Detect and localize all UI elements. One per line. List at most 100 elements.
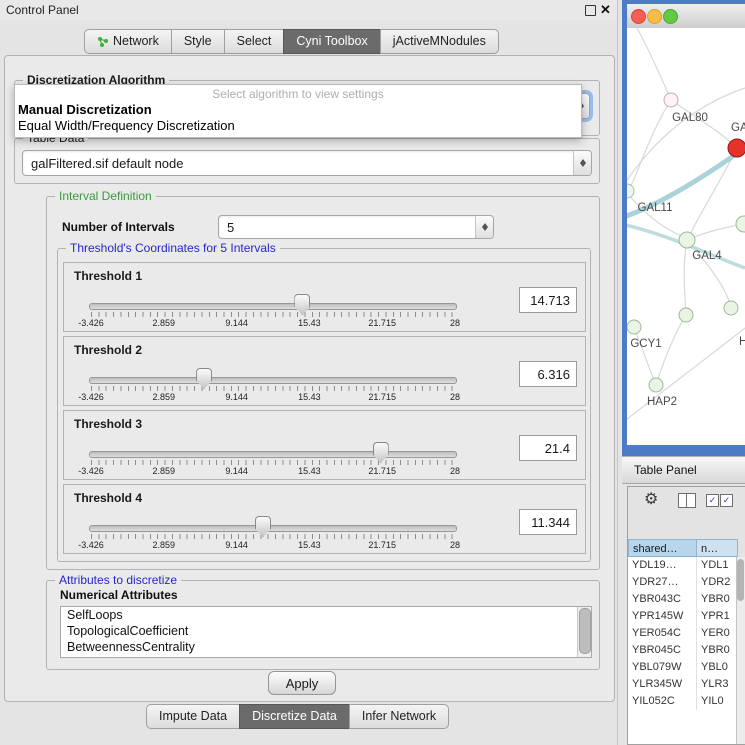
table-cell-shared-name[interactable]: YBR043C — [628, 591, 697, 608]
threshold-label: Threshold 1 — [74, 269, 142, 283]
table-cell-name[interactable]: YLR3 — [697, 676, 738, 693]
minimize-traffic-light-icon[interactable] — [647, 9, 662, 24]
slider-track[interactable] — [89, 525, 457, 532]
table-cell-shared-name[interactable]: YER054C — [628, 625, 697, 642]
dropdown-option-equal-width[interactable]: Equal Width/Frequency Discretization — [15, 118, 581, 134]
close-traffic-light-icon[interactable] — [631, 9, 646, 24]
network-node[interactable] — [736, 216, 745, 232]
threshold-coordinates-title: Threshold's Coordinates for 5 Intervals — [66, 241, 280, 255]
table-data-combo-value: galFiltered.sif default node — [23, 156, 573, 171]
threshold-2-slider[interactable]: -3.4262.8599.14415.4321.71528 — [89, 368, 457, 404]
table-cell-name[interactable]: YPR1 — [697, 608, 738, 625]
column-layout-icon[interactable] — [678, 493, 696, 508]
tab-cyni-toolbox[interactable]: Cyni Toolbox — [283, 29, 380, 54]
table-row[interactable]: YDR27…YDR2 — [628, 574, 738, 591]
table-cell-shared-name[interactable]: YDR27… — [628, 574, 697, 591]
close-icon[interactable]: ✕ — [600, 2, 611, 18]
table-cell-shared-name[interactable]: YBL079W — [628, 659, 697, 676]
column-header-shared-name[interactable]: shared… — [628, 539, 697, 557]
stepper-icon — [475, 216, 493, 238]
threshold-value-field[interactable]: 11.344 — [519, 509, 577, 535]
table-panel-header: Table Panel — [622, 456, 745, 484]
network-node[interactable] — [649, 378, 663, 392]
list-item[interactable]: SelfLoops — [61, 607, 591, 623]
slider-track[interactable] — [89, 377, 457, 384]
table-panel-title: Table Panel — [634, 463, 697, 477]
list-item[interactable]: TopologicalCoefficient — [61, 623, 591, 639]
control-panel-title: Control Panel — [6, 3, 79, 17]
table-cell-shared-name[interactable]: YDL19… — [628, 557, 697, 574]
threshold-value-field[interactable]: 21.4 — [519, 435, 577, 461]
network-node-selected[interactable] — [728, 139, 745, 157]
table-row[interactable]: YPR145WYPR1 — [628, 608, 738, 625]
table-cell-name[interactable]: YBR0 — [697, 591, 738, 608]
slider-tick-label: 9.144 — [225, 466, 248, 476]
attributes-group-title: Attributes to discretize — [55, 573, 181, 587]
float-window-icon[interactable] — [585, 5, 596, 16]
network-canvas[interactable]: GAL80 GAL11 GAL4 GCY1 HAP2 GA H — [627, 28, 745, 445]
table-row[interactable]: YBR045CYBR0 — [628, 642, 738, 659]
slider-track[interactable] — [89, 303, 457, 310]
network-window-titlebar — [627, 4, 745, 29]
table-cell-name[interactable]: YDL1 — [697, 557, 738, 574]
apply-button[interactable]: Apply — [268, 671, 336, 695]
tab-select[interactable]: Select — [224, 29, 285, 54]
network-node[interactable] — [679, 232, 695, 248]
table-data-combo[interactable]: galFiltered.sif default node — [22, 150, 592, 176]
list-item[interactable]: BetweennessCentrality — [61, 639, 591, 655]
threshold-label: Threshold 4 — [74, 491, 142, 505]
table-cell-name[interactable]: YBR0 — [697, 642, 738, 659]
table-cell-shared-name[interactable]: YIL052C — [628, 693, 697, 710]
slider-tick-label: 21.715 — [368, 540, 396, 550]
numerical-attributes-list[interactable]: SelfLoopsTopologicalCoefficientBetweenne… — [60, 606, 592, 658]
table-cell-shared-name[interactable]: YLR345W — [628, 676, 697, 693]
table-row[interactable]: YBL079WYBL0 — [628, 659, 738, 676]
table-row[interactable]: YDL19…YDL1 — [628, 557, 738, 574]
tab-infer-network[interactable]: Infer Network — [349, 704, 449, 729]
threshold-1-slider[interactable]: -3.4262.8599.14415.4321.71528 — [89, 294, 457, 330]
list-scrollbar[interactable] — [577, 607, 591, 657]
table-row[interactable]: YER054CYER0 — [628, 625, 738, 642]
table-cell-name[interactable]: YBL0 — [697, 659, 738, 676]
control-panel-titlebar: Control Panel ✕ — [0, 0, 618, 20]
slider-tick-label: 15.43 — [298, 466, 321, 476]
threshold-3-slider[interactable]: -3.4262.8599.14415.4321.71528 — [89, 442, 457, 478]
network-node[interactable] — [679, 308, 693, 322]
slider-tick-label: -3.426 — [78, 466, 104, 476]
table-row[interactable]: YBR043CYBR0 — [628, 591, 738, 608]
table-cell-name[interactable]: YDR2 — [697, 574, 738, 591]
network-node[interactable] — [627, 184, 634, 198]
tab-discretize-data[interactable]: Discretize Data — [239, 704, 350, 729]
threshold-4-slider[interactable]: -3.4262.8599.14415.4321.71528 — [89, 516, 457, 552]
slider-ticks — [91, 312, 455, 317]
network-node[interactable] — [664, 93, 678, 107]
table-cell-shared-name[interactable]: YPR145W — [628, 608, 697, 625]
table-cell-name[interactable]: YER0 — [697, 625, 738, 642]
tab-style[interactable]: Style — [171, 29, 225, 54]
tab-jactivemnodules[interactable]: jActiveMNodules — [380, 29, 499, 54]
column-header-name[interactable]: n… — [697, 539, 738, 557]
table-row[interactable]: YIL052CYIL0 — [628, 693, 738, 710]
table-row[interactable]: YLR345WYLR3 — [628, 676, 738, 693]
network-view-window: GAL80 GAL11 GAL4 GCY1 HAP2 GA H — [622, 0, 745, 456]
network-node[interactable] — [724, 301, 738, 315]
tab-impute-data[interactable]: Impute Data — [146, 704, 240, 729]
table-scrollbar-thumb[interactable] — [737, 559, 744, 601]
table-cell-name[interactable]: YIL0 — [697, 693, 738, 710]
checkbox-icon[interactable]: ✓ — [720, 494, 733, 507]
checkbox-icon[interactable]: ✓ — [706, 494, 719, 507]
network-node[interactable] — [627, 320, 641, 334]
table-scrollbar[interactable] — [736, 557, 745, 744]
tab-label: Select — [237, 30, 272, 53]
zoom-traffic-light-icon[interactable] — [663, 9, 678, 24]
number-of-intervals-combo[interactable]: 5 — [218, 215, 494, 239]
tab-network[interactable]: Network — [84, 29, 172, 54]
gear-icon[interactable]: ⚙ — [644, 489, 658, 509]
slider-track[interactable] — [89, 451, 457, 458]
table-cell-shared-name[interactable]: YBR045C — [628, 642, 697, 659]
slider-tick-label: 15.43 — [298, 318, 321, 328]
dropdown-option-manual-discretization[interactable]: Manual Discretization — [15, 102, 581, 118]
threshold-value-field[interactable]: 6.316 — [519, 361, 577, 387]
threshold-value-field[interactable]: 14.713 — [519, 287, 577, 313]
list-scrollbar-thumb[interactable] — [579, 608, 591, 654]
